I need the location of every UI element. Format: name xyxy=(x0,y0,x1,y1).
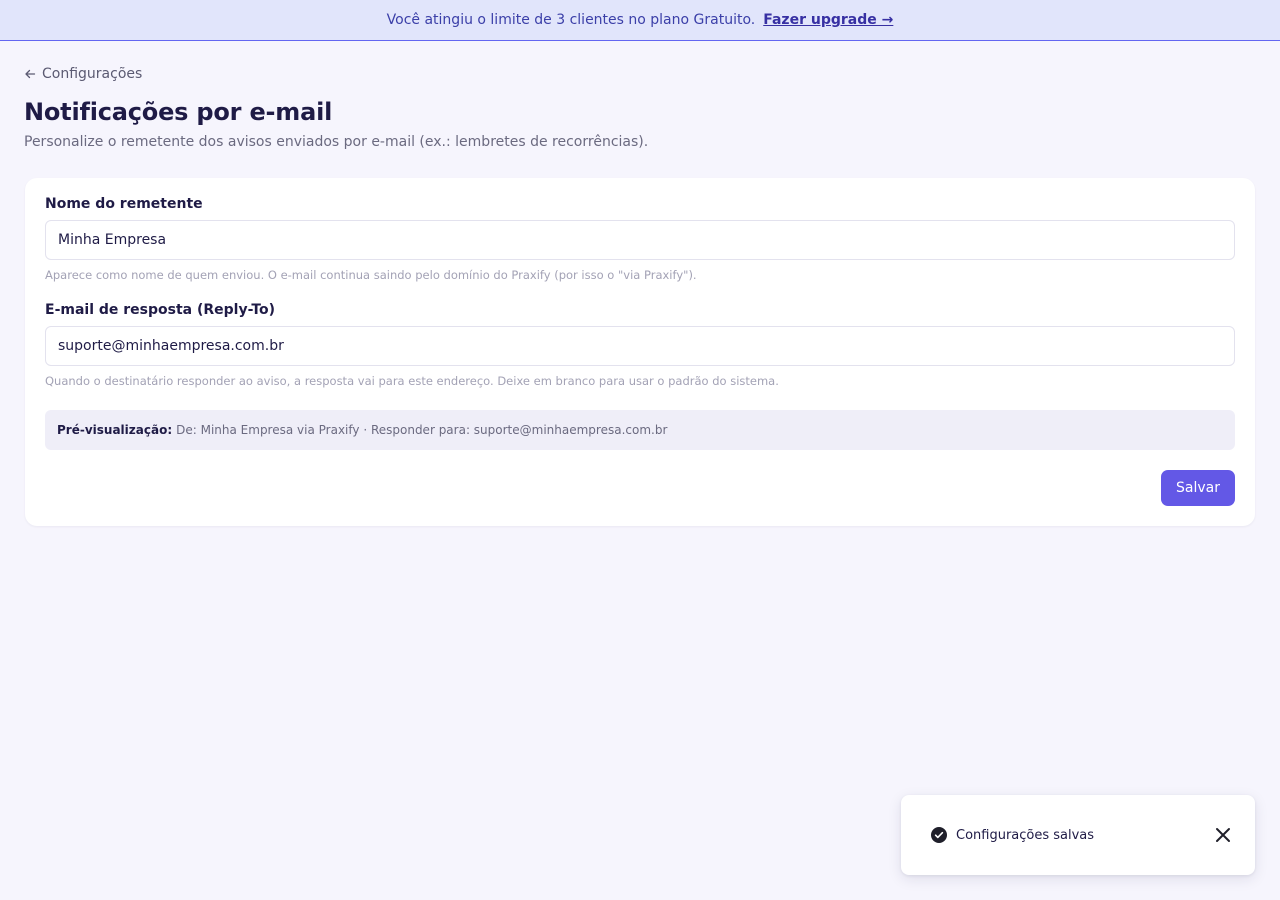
sender-name-label: Nome do remetente xyxy=(45,196,203,212)
page-subtitle: Personalize o remetente dos avisos envia… xyxy=(24,134,649,150)
preview-text: De: Minha Empresa via Praxify · Responde… xyxy=(176,423,668,437)
upgrade-link[interactable]: Fazer upgrade → xyxy=(763,12,893,28)
toast-message: Configurações salvas xyxy=(956,827,1095,843)
reply-to-hint: Quando o destinatário responder ao aviso… xyxy=(45,374,779,388)
sender-name-input[interactable] xyxy=(45,220,1235,260)
check-circle-icon xyxy=(931,827,947,843)
save-button[interactable]: Salvar xyxy=(1161,470,1235,506)
upgrade-banner: Você atingiu o limite de 3 clientes no p… xyxy=(0,0,1280,41)
sender-preview: Pré-visualização: De: Minha Empresa via … xyxy=(45,410,1235,450)
toast-notification: Configurações salvas xyxy=(901,795,1255,875)
back-to-settings-link[interactable]: Configurações xyxy=(24,66,142,82)
email-settings-card: Nome do remetente Aparece como nome de q… xyxy=(25,178,1255,526)
back-link-label: Configurações xyxy=(42,66,143,82)
sender-name-hint: Aparece como nome de quem enviou. O e-ma… xyxy=(45,268,697,282)
arrow-left-icon xyxy=(25,69,36,79)
preview-label: Pré-visualização: xyxy=(57,423,173,437)
reply-to-input[interactable] xyxy=(45,326,1235,366)
banner-message: Você atingiu o limite de 3 clientes no p… xyxy=(386,12,756,28)
reply-to-label: E-mail de resposta (Reply-To) xyxy=(45,302,276,318)
close-icon[interactable] xyxy=(1213,825,1233,845)
page-title: Notificações por e-mail xyxy=(24,98,333,126)
